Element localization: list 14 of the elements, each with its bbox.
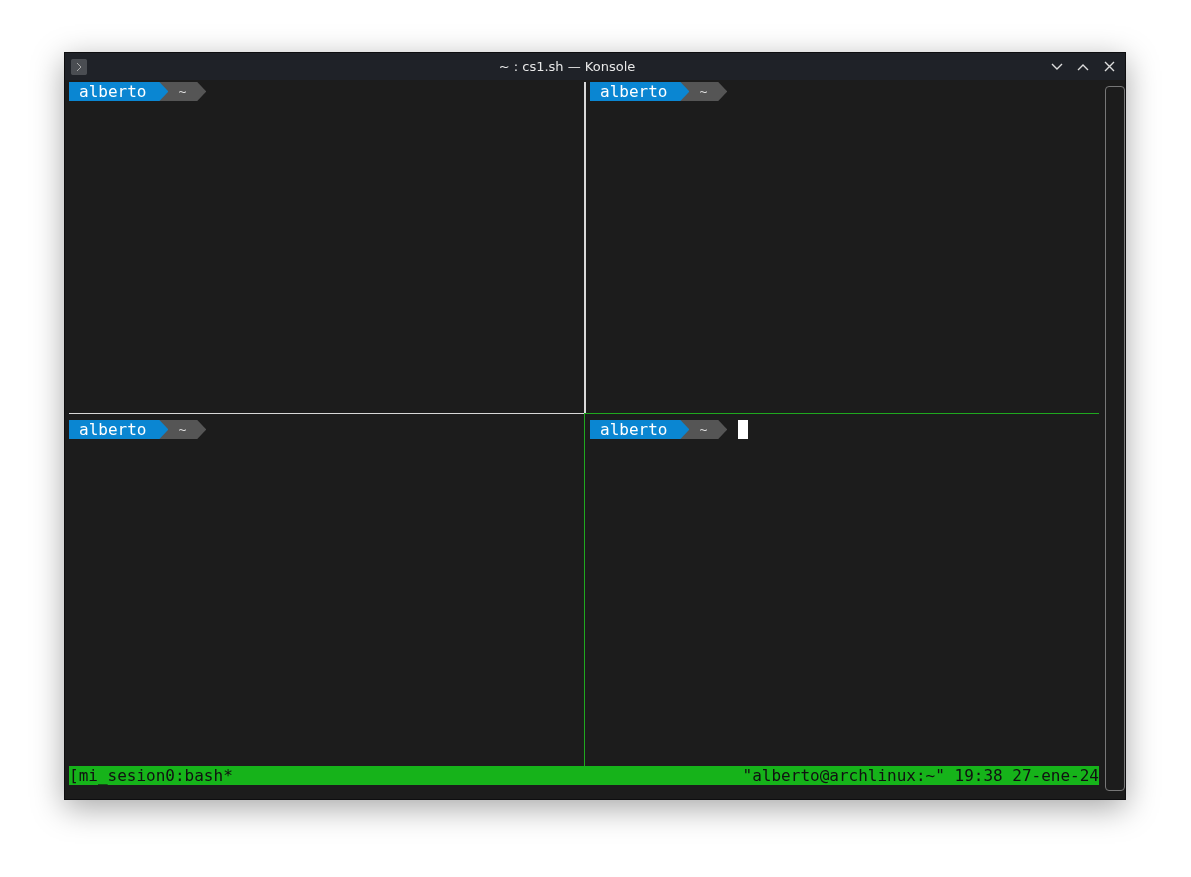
chevron-down-icon [1051,62,1063,71]
prompt-user: alberto [590,82,690,101]
chevron-up-icon [1077,62,1089,71]
close-icon [1103,61,1115,72]
prompt-user: alberto [590,420,690,439]
window-title: ~ : cs1.sh — Konsole [497,59,637,74]
terminal-pane[interactable]: alberto ~ [584,82,1099,413]
scrollbar-thumb[interactable] [1105,86,1125,791]
prompt-user: alberto [69,420,169,439]
prompt-user: alberto [69,82,169,101]
text-cursor [738,420,749,439]
status-info: "alberto@archlinux:~" 19:38 27-ene-24 [742,766,1099,785]
terminal-pane[interactable]: alberto ~ [69,82,584,413]
session-label: [mi_sesion0:bash* [69,766,233,785]
